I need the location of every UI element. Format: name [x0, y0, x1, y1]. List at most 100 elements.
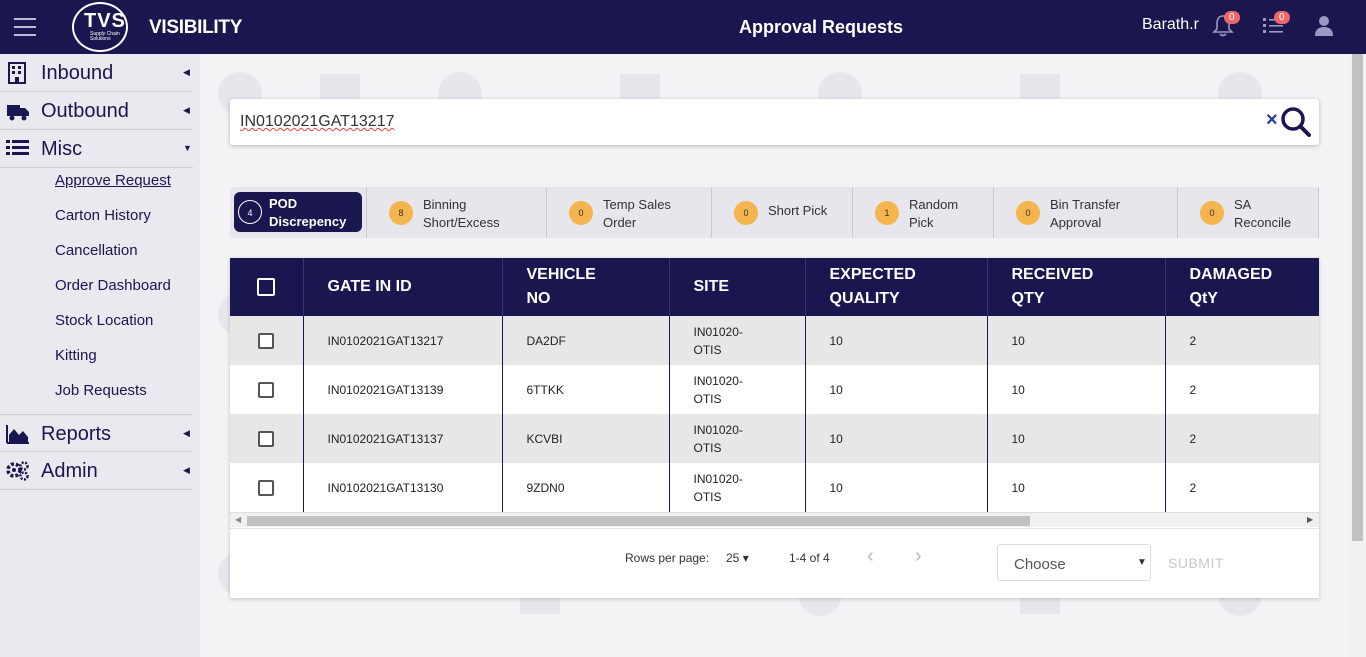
cell-site: IN01020- OTIS: [669, 414, 806, 463]
cell-gate-in-id: IN0102021GAT13130: [303, 463, 503, 512]
tab-pod-discrepency[interactable]: 4 POD Discrepency: [230, 187, 367, 238]
col-damaged-qty[interactable]: DAMAGED QtY: [1165, 258, 1319, 316]
building-icon: [8, 62, 26, 84]
col-gate-in-id[interactable]: GATE IN ID: [303, 258, 503, 316]
cell-expected: 10: [805, 463, 988, 512]
cell-expected: 10: [805, 316, 988, 365]
prev-page-icon[interactable]: ‹: [867, 545, 874, 568]
requests-table: GATE IN ID VEHICLE NO SITE EXPECTED QUALIT…: [230, 258, 1319, 598]
next-page-icon[interactable]: ›: [915, 545, 922, 568]
row-checkbox[interactable]: [258, 382, 275, 399]
tab-count: 0: [569, 201, 593, 225]
table-row: IN0102021GAT13130 9ZDN0 IN01020- OTIS 10 …: [230, 463, 1319, 512]
chevron-left-icon: ◀: [183, 465, 190, 475]
sidebar-item-job-requests[interactable]: Job Requests: [55, 382, 147, 399]
chevron-down-icon: ▼: [183, 143, 192, 153]
table-row: IN0102021GAT13139 6TTKK IN01020- OTIS 10 …: [230, 365, 1319, 414]
tab-count: 8: [389, 201, 413, 225]
sidebar-item-stock-location[interactable]: Stock Location: [55, 312, 153, 329]
sidebar-item-order-dashboard[interactable]: Order Dashboard: [55, 277, 171, 294]
pagination-bar: Rows per page: 25 ▾ 1-4 of 4 ‹ › Choose …: [230, 528, 1319, 598]
table-row: IN0102021GAT13137 KCVBI IN01020- OTIS 10 …: [230, 414, 1319, 463]
sidebar-item-kitting[interactable]: Kitting: [55, 347, 97, 364]
sidebar-item-approve-request[interactable]: Approve Request: [55, 172, 171, 189]
tab-sa-reconcile[interactable]: 0 SA Reconcile: [1178, 187, 1319, 238]
scroll-left-icon[interactable]: ◀: [235, 515, 241, 524]
submit-button[interactable]: SUBMIT: [1168, 555, 1224, 571]
sidebar-item-inbound[interactable]: Inbound ◀: [0, 54, 193, 92]
horizontal-scrollbar[interactable]: ◀ ▶: [230, 512, 1319, 527]
sidebar-item-admin[interactable]: Admin ◀: [0, 452, 193, 490]
sidebar-item-reports[interactable]: Reports ◀: [0, 414, 193, 452]
row-checkbox[interactable]: [258, 480, 275, 497]
search-box: ×: [230, 99, 1319, 145]
tab-short-pick[interactable]: 0 Short Pick: [712, 187, 853, 238]
row-checkbox[interactable]: [258, 333, 275, 350]
scroll-thumb[interactable]: [1352, 54, 1363, 541]
notification-badge: 0: [1224, 11, 1240, 24]
cell-received: 10: [987, 365, 1166, 414]
rows-per-page-label: Rows per page:: [625, 551, 710, 565]
gears-icon: [6, 461, 29, 481]
list-icon: [6, 140, 29, 155]
area-chart-icon: [6, 425, 29, 444]
cell-gate-in-id: IN0102021GAT13139: [303, 365, 503, 414]
cell-received: 10: [987, 414, 1166, 463]
sidebar-item-cancellation[interactable]: Cancellation: [55, 242, 138, 259]
cell-damaged: 2: [1165, 365, 1319, 414]
approval-tabs: 4 POD Discrepency 8 Binning Short/Excess 0…: [230, 187, 1319, 238]
select-all-checkbox[interactable]: [257, 277, 276, 296]
scroll-right-icon[interactable]: ▶: [1307, 515, 1313, 524]
tab-count: 4: [238, 200, 262, 224]
action-select[interactable]: Choose ▼: [997, 544, 1151, 581]
cell-damaged: 2: [1165, 414, 1319, 463]
task-badge: 0: [1274, 11, 1290, 24]
tab-temp-sales-order[interactable]: 0 Temp Sales Order: [547, 187, 712, 238]
col-vehicle-no[interactable]: VEHICLE NO: [502, 258, 670, 316]
search-input[interactable]: [240, 108, 1240, 136]
cell-vehicle-no: DA2DF: [502, 316, 670, 365]
cell-site: IN01020- OTIS: [669, 316, 806, 365]
sidebar-item-outbound[interactable]: Outbound ◀: [0, 92, 193, 130]
tab-count: 1: [875, 201, 899, 225]
tab-binning-short-excess[interactable]: 8 Binning Short/Excess: [367, 187, 547, 238]
table-row: IN0102021GAT13217 DA2DF IN01020- OTIS 10 …: [230, 316, 1319, 365]
cell-received: 10: [987, 316, 1166, 365]
rows-per-page-select[interactable]: 25 ▾: [726, 551, 749, 565]
tab-count: 0: [1200, 201, 1224, 225]
cell-vehicle-no: 6TTKK: [502, 365, 670, 414]
truck-icon: [7, 105, 29, 121]
chevron-left-icon: ◀: [183, 105, 190, 115]
page-vertical-scrollbar[interactable]: [1349, 54, 1366, 657]
table-header-row: GATE IN ID VEHICLE NO SITE EXPECTED QUALIT…: [230, 258, 1319, 316]
cell-gate-in-id: IN0102021GAT13217: [303, 316, 503, 365]
cell-site: IN01020- OTIS: [669, 463, 806, 512]
page-range: 1-4 of 4: [789, 551, 830, 565]
cell-expected: 10: [805, 414, 988, 463]
caret-down-icon: ▼: [1137, 557, 1147, 568]
row-checkbox[interactable]: [258, 431, 275, 448]
caret-down-icon: ▾: [742, 551, 749, 565]
tab-random-pick[interactable]: 1 Random Pick: [853, 187, 994, 238]
sidebar-item-carton-history[interactable]: Carton History: [55, 207, 151, 224]
sidebar: Inbound ◀ Outbound ◀ Misc ▼ Approve Requ…: [0, 54, 200, 657]
search-icon[interactable]: [1280, 106, 1312, 138]
cell-damaged: 2: [1165, 463, 1319, 512]
clear-icon[interactable]: ×: [1266, 109, 1278, 132]
user-name[interactable]: Barath.r: [1142, 16, 1199, 34]
sidebar-item-misc[interactable]: Misc ▼: [0, 130, 193, 168]
user-avatar-icon[interactable]: [1314, 14, 1340, 40]
col-received-qty[interactable]: RECEIVED QTY: [987, 258, 1166, 316]
tab-count: 0: [734, 201, 758, 225]
col-expected-quality[interactable]: EXPECTED QUALITY: [805, 258, 988, 316]
chevron-left-icon: ◀: [183, 67, 190, 77]
cell-expected: 10: [805, 365, 988, 414]
cell-vehicle-no: KCVBI: [502, 414, 670, 463]
tab-bin-transfer-approval[interactable]: 0 Bin Transfer Approval: [994, 187, 1178, 238]
cell-gate-in-id: IN0102021GAT13137: [303, 414, 503, 463]
task-list-icon[interactable]: 0: [1262, 11, 1290, 40]
cell-received: 10: [987, 463, 1166, 512]
col-site[interactable]: SITE: [669, 258, 806, 316]
bell-icon[interactable]: 0: [1212, 11, 1240, 40]
scroll-thumb[interactable]: [247, 516, 1030, 526]
